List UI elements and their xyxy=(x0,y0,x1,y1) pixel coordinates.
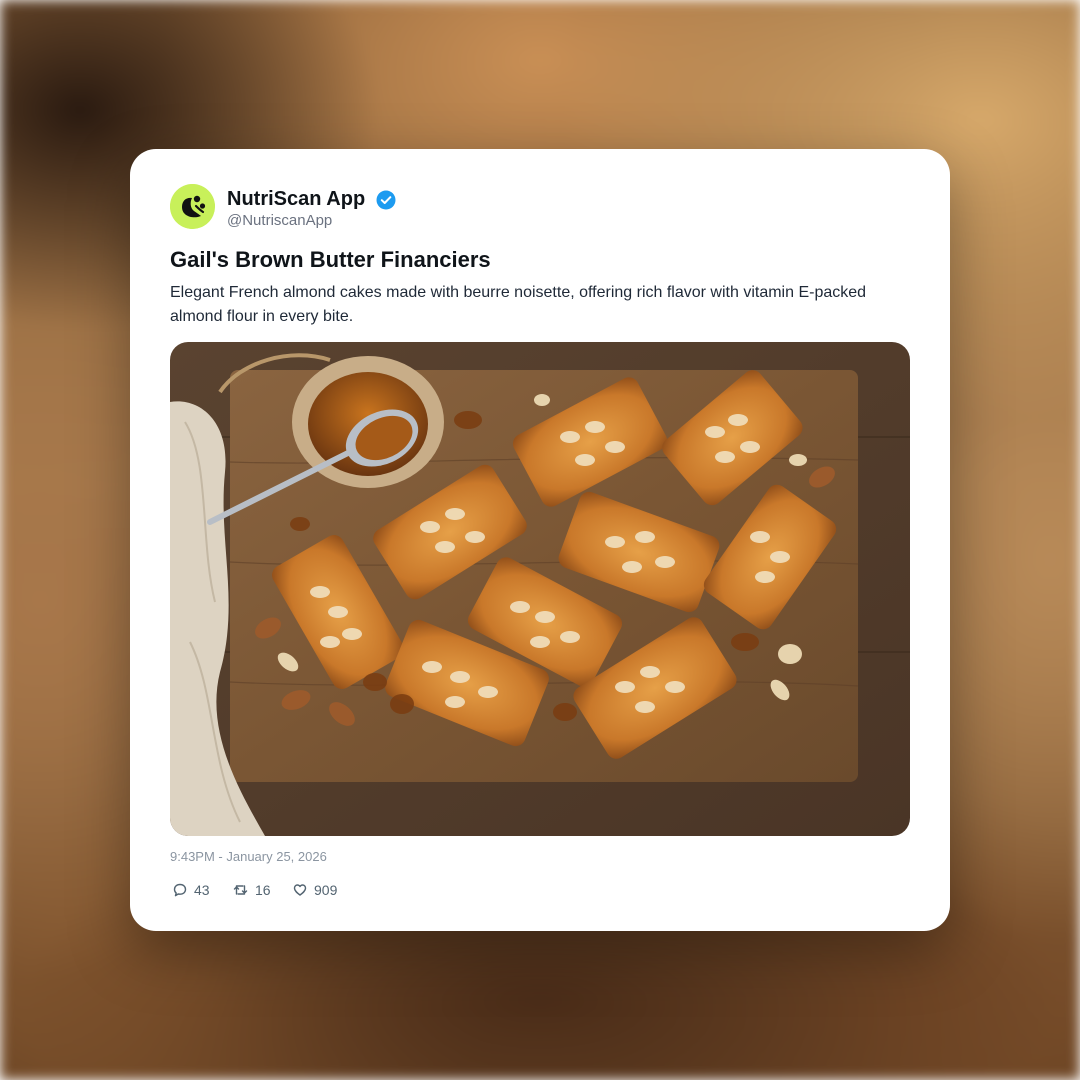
author-name[interactable]: NutriScan App xyxy=(227,188,365,211)
post-timestamp[interactable]: 9:43PM - January 25, 2026 xyxy=(170,849,327,864)
post-description: Elegant French almond cakes made with be… xyxy=(170,284,867,325)
repost-button[interactable]: 16 xyxy=(233,880,271,900)
repost-icon xyxy=(233,885,248,895)
author-handle[interactable]: @NutriscanApp xyxy=(227,212,332,229)
reply-button[interactable]: 43 xyxy=(173,880,210,900)
financiers-illustration xyxy=(170,342,910,836)
verified-badge-icon xyxy=(376,190,396,210)
repost-count: 16 xyxy=(255,882,271,898)
reply-count: 43 xyxy=(194,882,210,898)
financiers-photo[interactable] xyxy=(170,342,910,836)
post-title: Gail's Brown Butter Financiers xyxy=(170,247,491,272)
heart-icon xyxy=(293,884,307,896)
post-card: NutriScan App @NutriscanApp Gail's Brown… xyxy=(130,149,950,931)
leaf-logo-icon xyxy=(170,184,215,229)
avatar[interactable] xyxy=(170,184,215,229)
reply-icon xyxy=(173,883,187,897)
like-button[interactable]: 909 xyxy=(293,880,337,900)
like-count: 909 xyxy=(314,882,338,898)
